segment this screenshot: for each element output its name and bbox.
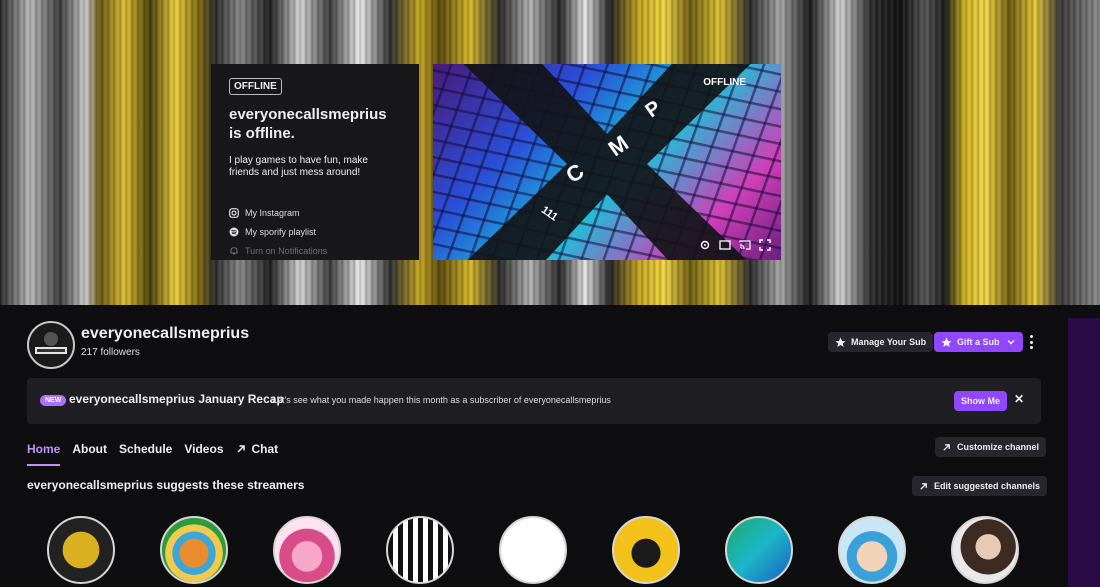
manage-sub-label: Manage Your Sub: [851, 337, 927, 347]
customize-channel-button[interactable]: Customize channel: [935, 437, 1047, 457]
tab-videos[interactable]: Videos: [184, 442, 223, 466]
channel-section: everyonecallsmeprius 217 followers Manag…: [0, 305, 1068, 587]
show-me-button[interactable]: Show Me: [954, 391, 1008, 411]
star-icon: [941, 337, 952, 347]
notifications-link[interactable]: Turn on Notifications: [229, 241, 401, 260]
edit-suggested-button[interactable]: Edit suggested channels: [912, 476, 1048, 496]
more-options-icon[interactable]: [1025, 335, 1037, 349]
cmp-x-logo: C M P 111: [463, 64, 751, 260]
streamer-avatar[interactable]: [725, 516, 793, 584]
tab-chat[interactable]: Chat: [236, 442, 279, 466]
recap-banner: NEW everyonecallsmeprius January Recap L…: [27, 378, 1041, 424]
external-link-icon: [236, 445, 245, 453]
instagram-link-label: My Instagram: [245, 207, 300, 218]
tab-chat-label: Chat: [251, 442, 279, 456]
streamer-avatar[interactable]: [612, 516, 680, 584]
tab-home[interactable]: Home: [27, 442, 61, 466]
gift-sub-label: Gift a Sub: [957, 337, 1000, 347]
close-icon[interactable]: ✕: [1014, 392, 1024, 406]
suggested-title: everyonecallsmeprius suggests these stre…: [27, 478, 305, 492]
video-player[interactable]: C M P 111 OFFLINE: [433, 64, 781, 260]
offline-description: I play games to have fun, make friends a…: [229, 155, 368, 178]
tab-schedule[interactable]: Schedule: [119, 442, 172, 466]
streamer-avatar[interactable]: [951, 516, 1019, 584]
recap-description: Let's see what you made happen this mont…: [272, 395, 611, 405]
streamer-avatar[interactable]: [273, 516, 341, 584]
side-panel: [1068, 318, 1100, 587]
bell-icon: [230, 246, 238, 254]
new-badge: NEW: [40, 395, 67, 406]
theatre-icon[interactable]: [719, 238, 731, 250]
streamer-avatar[interactable]: [499, 516, 567, 584]
offline-card: OFFLINE everyonecallsmeprius is offline.…: [211, 64, 419, 260]
video-controls: [699, 238, 771, 251]
spotify-link-label: My sporify playlist: [245, 226, 317, 237]
customize-channel-label: Customize channel: [957, 442, 1040, 452]
gift-sub-button[interactable]: Gift a Sub: [934, 332, 1023, 352]
streamer-avatar[interactable]: [386, 516, 454, 584]
external-link-icon: [943, 443, 950, 451]
edit-suggested-label: Edit suggested channels: [934, 481, 1041, 491]
channel-tabs: Home About Schedule Videos Chat: [27, 442, 278, 466]
channel-name[interactable]: everyonecallsmeprius: [81, 325, 249, 343]
recap-title: everyonecallsmeprius January Recap: [69, 392, 284, 406]
streamer-avatar[interactable]: [838, 516, 906, 584]
streamer-avatar[interactable]: [160, 516, 228, 584]
instagram-link[interactable]: My Instagram: [229, 203, 401, 222]
show-me-label: Show Me: [961, 396, 1001, 406]
suggested-streamers: [47, 516, 1019, 584]
tab-about[interactable]: About: [72, 442, 107, 466]
video-offline-label: OFFLINE: [703, 77, 746, 88]
spotify-icon: [229, 227, 239, 236]
settings-icon[interactable]: [699, 238, 711, 250]
notifications-link-label: Turn on Notifications: [245, 245, 328, 256]
fullscreen-icon[interactable]: [759, 238, 771, 251]
offline-badge: OFFLINE: [229, 78, 282, 95]
star-icon: [835, 337, 846, 347]
avatar[interactable]: [27, 321, 75, 369]
offline-title: everyonecallsmeprius is offline.: [229, 106, 387, 142]
follower-count: 217 followers: [81, 347, 140, 358]
manage-sub-button[interactable]: Manage Your Sub: [828, 332, 934, 352]
side-gap: [1068, 305, 1100, 318]
chevron-down-icon: [1007, 340, 1014, 345]
spotify-link[interactable]: My sporify playlist: [229, 222, 401, 241]
instagram-icon: [229, 207, 239, 218]
external-link-icon: [920, 482, 927, 490]
cast-icon[interactable]: [739, 238, 751, 250]
streamer-avatar[interactable]: [47, 516, 115, 584]
